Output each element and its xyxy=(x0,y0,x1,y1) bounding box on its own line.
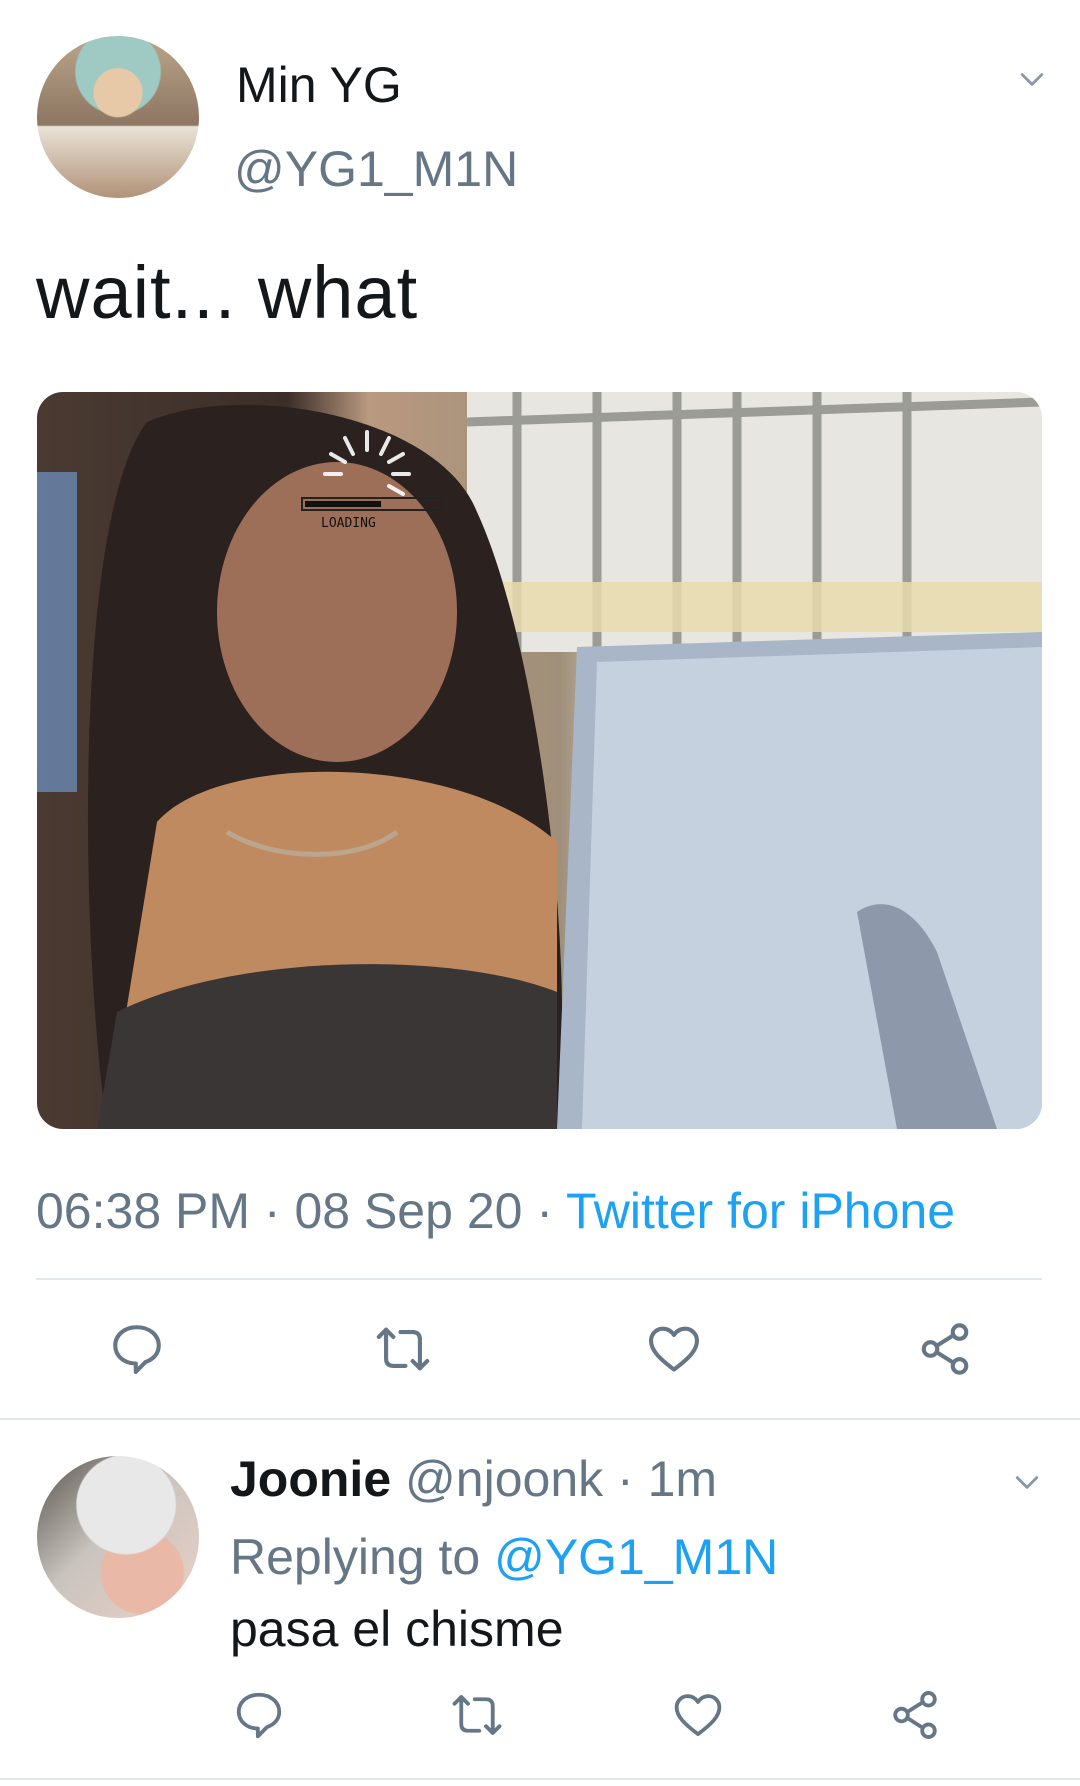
retweet-icon[interactable] xyxy=(450,1688,504,1742)
reply-age: 1m xyxy=(647,1451,718,1507)
meta-separator: · xyxy=(250,1183,295,1239)
loading-label: LOADING xyxy=(321,516,376,531)
media-illustration: LOADING xyxy=(37,392,1042,1129)
meta-separator: · xyxy=(522,1183,566,1239)
reply-author-handle[interactable]: @njoonk xyxy=(405,1451,603,1507)
reply-text: pasa el chisme xyxy=(230,1601,564,1657)
heart-icon[interactable] xyxy=(645,1320,703,1378)
reply-header: Joonie @njoonk · 1m xyxy=(230,1450,717,1508)
meta-separator: · xyxy=(603,1451,648,1507)
tweet-meta: 06:38 PM · 08 Sep 20 · Twitter for iPhon… xyxy=(36,1182,955,1240)
tweet-date: 08 Sep 20 xyxy=(294,1183,523,1239)
reply-author-name[interactable]: Joonie xyxy=(230,1451,391,1507)
share-icon[interactable] xyxy=(916,1320,974,1378)
chevron-down-icon[interactable] xyxy=(1019,66,1045,92)
divider xyxy=(0,1418,1080,1420)
tweet-media-image[interactable]: LOADING xyxy=(37,392,1042,1129)
comment-bubble-icon[interactable] xyxy=(232,1688,286,1742)
author-handle[interactable]: @YG1_M1N xyxy=(234,140,518,198)
tweet-time: 06:38 PM xyxy=(36,1183,251,1239)
heart-icon[interactable] xyxy=(671,1688,725,1742)
divider xyxy=(0,1778,1080,1780)
chevron-down-icon[interactable] xyxy=(1014,1469,1040,1495)
tweet-source-link[interactable]: Twitter for iPhone xyxy=(566,1183,955,1239)
replying-to: Replying to @YG1_M1N xyxy=(230,1528,778,1586)
replying-to-mention[interactable]: @YG1_M1N xyxy=(494,1529,778,1585)
author-avatar[interactable] xyxy=(37,36,199,198)
author-name[interactable]: Min YG xyxy=(236,56,402,114)
divider xyxy=(36,1278,1042,1280)
comment-bubble-icon[interactable] xyxy=(108,1320,166,1378)
tweet-text: wait... what xyxy=(36,251,419,334)
share-icon[interactable] xyxy=(888,1688,942,1742)
reply-author-avatar[interactable] xyxy=(37,1456,199,1618)
replying-prefix: Replying to xyxy=(230,1529,481,1585)
retweet-icon[interactable] xyxy=(374,1320,432,1378)
